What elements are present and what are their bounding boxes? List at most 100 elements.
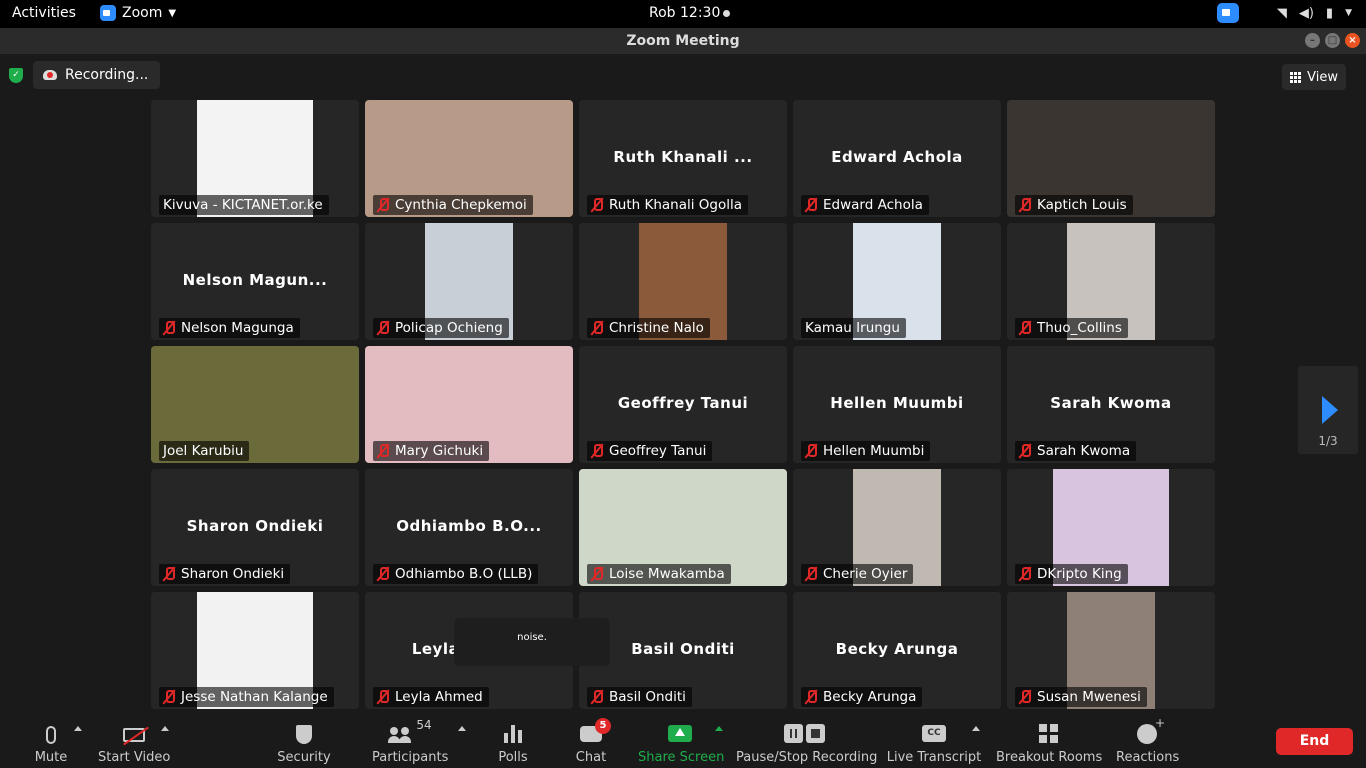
participant-tile[interactable]: Becky Arunga Becky Arunga bbox=[793, 592, 1001, 709]
participant-tile[interactable]: Sharon Ondieki Sharon Ondieki bbox=[151, 469, 359, 586]
recording-indicator[interactable]: Recording... bbox=[33, 61, 161, 89]
participant-tile[interactable]: Kivuva - KICTANET.or.ke bbox=[151, 100, 359, 217]
share-options-caret-icon[interactable] bbox=[715, 726, 723, 731]
participant-display-name: Edward Achola bbox=[831, 148, 963, 166]
participant-name: Kivuva - KICTANET.or.ke bbox=[163, 197, 323, 213]
muted-microphone-icon bbox=[163, 690, 175, 704]
next-page-button[interactable]: 1/3 bbox=[1298, 366, 1358, 454]
polls-button[interactable]: Polls bbox=[494, 714, 532, 768]
app-menu[interactable]: Zoom ▼ bbox=[100, 5, 176, 21]
end-meeting-button[interactable]: End bbox=[1276, 728, 1353, 755]
encryption-shield-icon[interactable]: ✓ bbox=[9, 68, 23, 83]
muted-microphone-icon bbox=[163, 321, 175, 335]
activities-button[interactable]: Activities bbox=[12, 5, 76, 21]
minimize-icon[interactable]: – bbox=[1305, 33, 1320, 48]
mute-button[interactable]: Mute bbox=[30, 714, 72, 768]
breakout-rooms-label: Breakout Rooms bbox=[996, 750, 1103, 765]
participant-tile[interactable]: Thuo_Collins bbox=[1007, 223, 1215, 340]
muted-microphone-icon bbox=[377, 444, 389, 458]
participant-tile[interactable]: Mary Gichuki bbox=[365, 346, 573, 463]
muted-microphone-icon bbox=[591, 444, 603, 458]
participant-display-name: Nelson Magun... bbox=[182, 271, 328, 289]
participant-tile[interactable]: Susan Mwenesi bbox=[1007, 592, 1215, 709]
participant-tile[interactable]: Jesse Nathan Kalange bbox=[151, 592, 359, 709]
participant-name-tag: Kivuva - KICTANET.or.ke bbox=[159, 195, 329, 215]
clock-label: Rob 12:30 bbox=[649, 5, 721, 21]
clock[interactable]: Rob 12:30 bbox=[649, 5, 731, 21]
battery-icon: ▮ bbox=[1325, 5, 1334, 21]
view-label: View bbox=[1307, 69, 1338, 85]
breakout-rooms-icon bbox=[1038, 724, 1058, 743]
participant-tile[interactable]: Odhiambo B.O... Odhiambo B.O (LLB) bbox=[365, 469, 573, 586]
participant-name: Leyla Ahmed bbox=[395, 689, 483, 705]
muted-microphone-icon bbox=[377, 567, 389, 581]
maximize-icon[interactable]: □ bbox=[1325, 33, 1340, 48]
app-menu-label: Zoom bbox=[122, 5, 163, 21]
live-transcript-button[interactable]: CC Live Transcript bbox=[886, 714, 982, 768]
participant-tile[interactable]: Basil Onditi Basil Onditi bbox=[579, 592, 787, 709]
pause-stop-recording-button[interactable]: Pause/Stop Recording bbox=[736, 714, 877, 768]
participant-tile[interactable]: Geoffrey Tanui Geoffrey Tanui bbox=[579, 346, 787, 463]
participant-tile[interactable]: Sarah Kwoma Sarah Kwoma bbox=[1007, 346, 1215, 463]
transcript-options-caret-icon[interactable] bbox=[972, 726, 980, 731]
reactions-button[interactable]: Reactions bbox=[1116, 714, 1179, 768]
window-title: Zoom Meeting bbox=[626, 33, 740, 49]
muted-microphone-icon bbox=[591, 198, 603, 212]
security-button[interactable]: Security bbox=[276, 714, 332, 768]
video-off-icon bbox=[123, 728, 145, 742]
participant-display-name: Sharon Ondieki bbox=[186, 517, 324, 535]
polls-icon bbox=[504, 725, 522, 743]
muted-microphone-icon bbox=[377, 198, 389, 212]
participant-name-tag: Kaptich Louis bbox=[1015, 195, 1133, 215]
participant-name: Sarah Kwoma bbox=[1037, 443, 1131, 459]
muted-microphone-icon bbox=[591, 567, 603, 581]
participant-name: Joel Karubiu bbox=[163, 443, 244, 459]
participant-tile[interactable]: Kamau Irungu bbox=[793, 223, 1001, 340]
participant-tile[interactable]: Hellen Muumbi Hellen Muumbi bbox=[793, 346, 1001, 463]
participant-tile[interactable]: Policap Ochieng bbox=[365, 223, 573, 340]
participant-display-name: Basil Onditi bbox=[631, 640, 735, 658]
stop-icon bbox=[805, 724, 825, 743]
participants-button[interactable]: 54 Participants bbox=[372, 714, 448, 768]
participant-tile[interactable]: Joel Karubiu bbox=[151, 346, 359, 463]
participant-name: Loise Mwakamba bbox=[609, 566, 725, 582]
chevron-down-icon: ▼ bbox=[168, 7, 177, 19]
participant-tile[interactable]: DKripto King bbox=[1007, 469, 1215, 586]
participant-name: Susan Mwenesi bbox=[1037, 689, 1141, 705]
participant-tile[interactable]: Loise Mwakamba bbox=[579, 469, 787, 586]
muted-microphone-icon bbox=[591, 690, 603, 704]
view-button[interactable]: View bbox=[1282, 64, 1346, 90]
participant-name-tag: Loise Mwakamba bbox=[587, 564, 731, 584]
participant-name: Nelson Magunga bbox=[181, 320, 294, 336]
start-video-button[interactable]: Start Video bbox=[98, 714, 170, 768]
breakout-rooms-button[interactable]: Breakout Rooms bbox=[996, 714, 1103, 768]
participant-name-tag: Cynthia Chepkemoi bbox=[373, 195, 533, 215]
participant-name: Edward Achola bbox=[823, 197, 923, 213]
participant-display-name: Ruth Khanali ... bbox=[613, 148, 753, 166]
participant-tile[interactable]: Kaptich Louis bbox=[1007, 100, 1215, 217]
close-icon[interactable]: × bbox=[1345, 33, 1360, 48]
participant-tile[interactable]: Cherie Oyier bbox=[793, 469, 1001, 586]
volume-icon: ◀) bbox=[1298, 5, 1314, 21]
muted-microphone-icon bbox=[1019, 444, 1031, 458]
participant-name-tag: Christine Nalo bbox=[587, 318, 710, 338]
share-screen-button[interactable]: Share Screen bbox=[638, 714, 724, 768]
participant-name-tag: Cherie Oyier bbox=[801, 564, 914, 584]
participant-tile[interactable]: Cynthia Chepkemoi bbox=[365, 100, 573, 217]
participant-tile[interactable]: Edward Achola Edward Achola bbox=[793, 100, 1001, 217]
video-options-caret-icon[interactable] bbox=[161, 726, 169, 731]
participant-tile[interactable]: Christine Nalo bbox=[579, 223, 787, 340]
zoom-tray-icon[interactable] bbox=[1216, 3, 1239, 23]
page-indicator: 1/3 bbox=[1318, 434, 1338, 448]
participant-name-tag: DKripto King bbox=[1015, 564, 1128, 584]
muted-microphone-icon bbox=[1019, 567, 1031, 581]
participant-tile[interactable]: Nelson Magun... Nelson Magunga bbox=[151, 223, 359, 340]
participant-name: Basil Onditi bbox=[609, 689, 686, 705]
participants-options-caret-icon[interactable] bbox=[458, 726, 466, 731]
participant-display-name: Becky Arunga bbox=[835, 640, 959, 658]
system-tray[interactable]: ◥ ◀) ▮ ▼ bbox=[1216, 3, 1352, 23]
audio-options-caret-icon[interactable] bbox=[74, 726, 82, 731]
participant-tile[interactable]: Ruth Khanali ... Ruth Khanali Ogolla bbox=[579, 100, 787, 217]
participants-count: 54 bbox=[416, 718, 432, 732]
muted-microphone-icon bbox=[805, 567, 817, 581]
